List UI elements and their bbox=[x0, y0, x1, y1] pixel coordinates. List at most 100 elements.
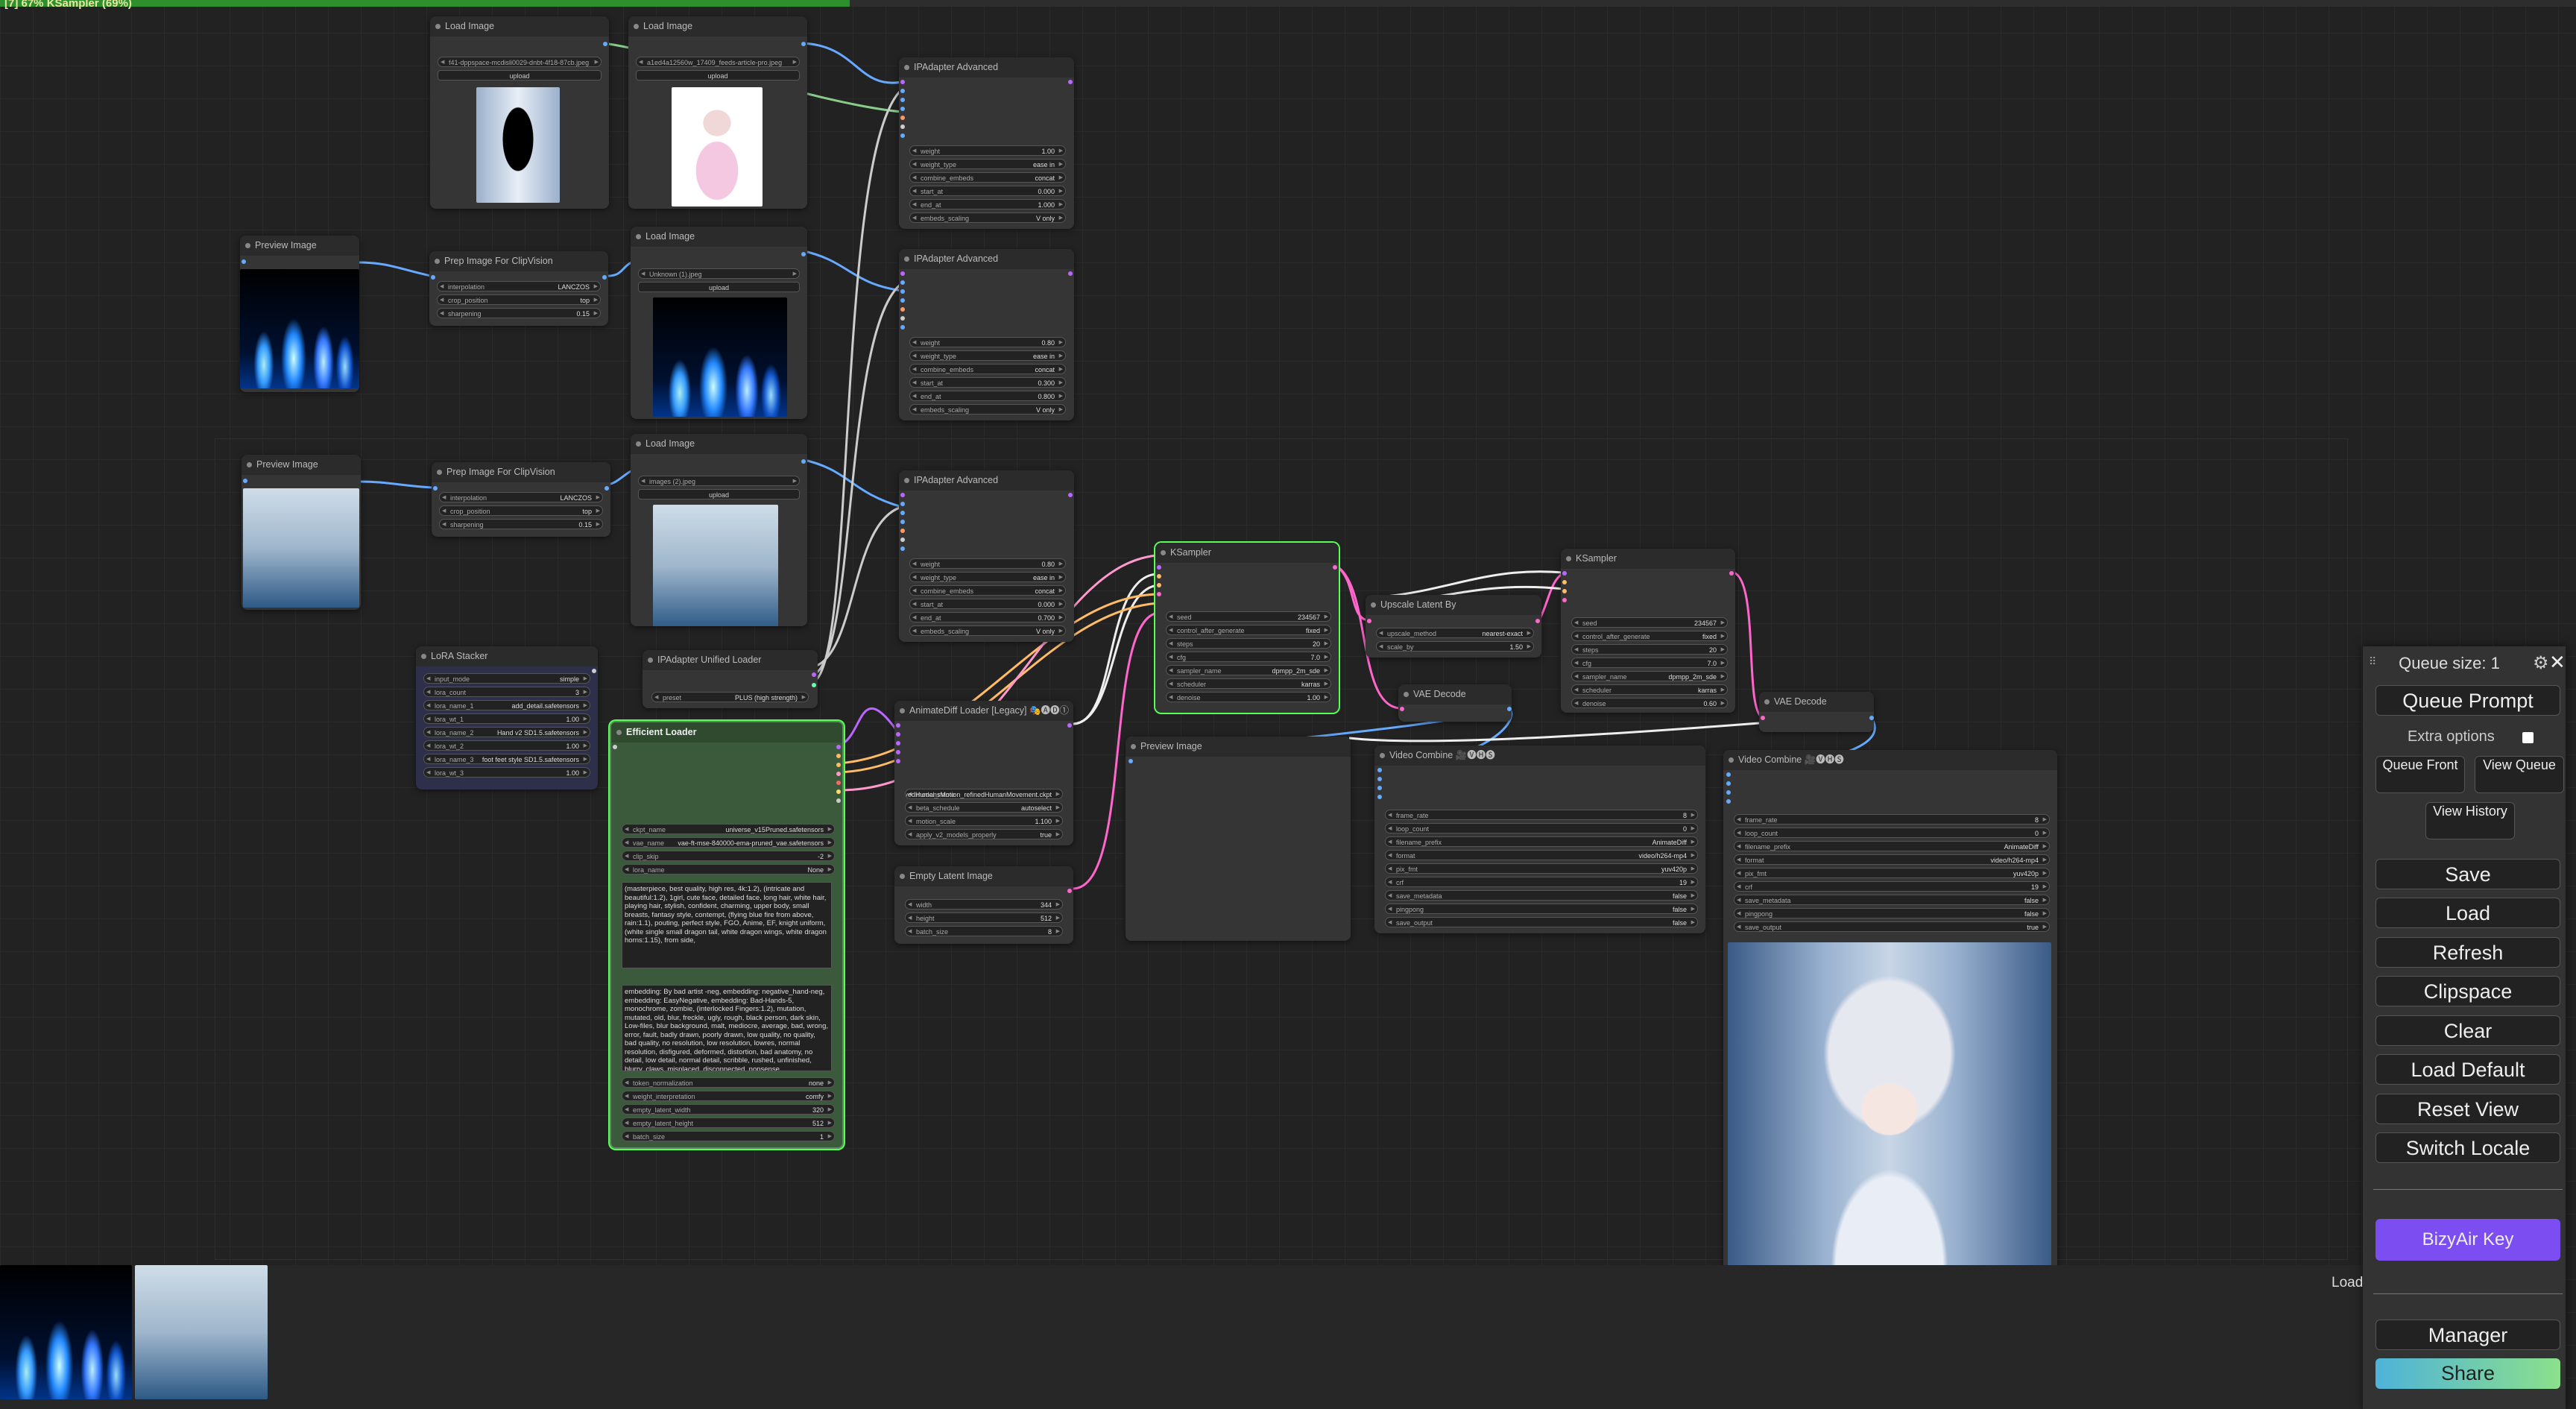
model-output[interactable] bbox=[1067, 723, 1072, 728]
queue-prompt-button[interactable]: Queue Prompt bbox=[2375, 685, 2560, 716]
input-socket[interactable] bbox=[1562, 589, 1567, 593]
node-lora[interactable]: LoRA Stackerinput_modesimplelora_count3l… bbox=[416, 646, 598, 789]
node-load-image-1[interactable]: Load Image f41-dppspace-mcdisli0029-dnbt-… bbox=[430, 16, 609, 209]
node-title[interactable]: Load Image bbox=[631, 227, 807, 247]
image-select[interactable]: f41-dppspace-mcdisli0029-dnbt-4f18-87cb.… bbox=[438, 57, 602, 67]
widget-control-after-generate[interactable]: control_after_generate fixed bbox=[1571, 631, 1728, 641]
node-title[interactable]: Prep Image For ClipVision bbox=[429, 251, 608, 271]
feed-thumbnail-fire[interactable] bbox=[0, 1265, 132, 1399]
input-socket[interactable] bbox=[1562, 571, 1567, 576]
widget-sharpening[interactable]: sharpening 0.15 bbox=[437, 308, 601, 318]
node-title[interactable]: IPAdapter Advanced bbox=[899, 249, 1074, 269]
widget-batch-size[interactable]: batch_size 1 bbox=[622, 1131, 835, 1141]
node-ipa-1[interactable]: IPAdapter Advancedweight1.00weight_typee… bbox=[899, 57, 1074, 229]
node-prep-1[interactable]: Prep Image For ClipVision interpolation LA… bbox=[429, 251, 608, 326]
widget-end-at[interactable]: end_at 1.000 bbox=[909, 199, 1066, 209]
input-socket[interactable] bbox=[1562, 580, 1567, 584]
queue-front-button[interactable]: Queue Front bbox=[2375, 756, 2465, 793]
node-title[interactable]: IPAdapter Advanced bbox=[899, 470, 1074, 491]
node-ksampler-1[interactable]: KSampler seed 234567 control_after_generate… bbox=[1155, 543, 1339, 713]
widget-loop-count[interactable]: loop_count 0 bbox=[1385, 823, 1698, 833]
widget-ckpt-name[interactable]: ckpt_name universe_v15Pruned.safetensors bbox=[622, 824, 835, 834]
node-animatediff[interactable]: AnimateDiff Loader [Legacy] 🎭🅐🅓① model_na… bbox=[894, 701, 1073, 845]
widget-weight[interactable]: weight 0.80 bbox=[909, 337, 1066, 347]
output-socket[interactable] bbox=[836, 772, 841, 776]
widget-save-metadata[interactable]: save_metadata false bbox=[1734, 895, 2050, 905]
bizyair-key-button[interactable]: BizyAir Key bbox=[2375, 1219, 2560, 1261]
image-input[interactable] bbox=[243, 479, 247, 483]
widget-end-at[interactable]: end_at 0.700 bbox=[909, 612, 1066, 622]
node-video-1[interactable]: Video Combine 🎥🅥🅗🅢 frame_rate 8 loop_count 0… bbox=[1374, 746, 1705, 933]
node-title[interactable]: VAE Decode bbox=[1759, 692, 1874, 712]
node-title[interactable]: Upscale Latent By bbox=[1366, 595, 1541, 615]
widget-embeds-scaling[interactable]: embeds_scaling V only bbox=[909, 404, 1066, 414]
input-socket[interactable] bbox=[900, 325, 905, 330]
widget-crop-position[interactable]: crop_position top bbox=[439, 505, 603, 516]
widget-embeds-scaling[interactable]: embeds_scaling V only bbox=[909, 212, 1066, 223]
ipadapter-output[interactable] bbox=[812, 683, 816, 687]
widget-save-output[interactable]: save_output true bbox=[1734, 921, 2050, 932]
node-vae-1[interactable]: VAE Decode bbox=[1398, 684, 1512, 722]
widget-token-normalization[interactable]: token_normalization none bbox=[622, 1077, 835, 1088]
widget-empty-latent-width[interactable]: empty_latent_width 320 bbox=[622, 1104, 835, 1115]
output-socket[interactable] bbox=[836, 754, 841, 758]
image-output[interactable] bbox=[603, 42, 607, 46]
widget-batch-size[interactable]: batch_size 8 bbox=[905, 926, 1063, 936]
input-socket[interactable] bbox=[1562, 598, 1567, 602]
image-output[interactable] bbox=[1507, 707, 1512, 711]
input-socket[interactable] bbox=[896, 723, 900, 728]
node-title[interactable]: IPAdapter Unified Loader bbox=[643, 650, 818, 670]
widget-crf[interactable]: crf 19 bbox=[1734, 881, 2050, 892]
widget-crop-position[interactable]: crop_position top bbox=[437, 294, 601, 305]
input-socket[interactable] bbox=[900, 107, 905, 111]
model-output[interactable] bbox=[1068, 271, 1073, 276]
node-load-image-4[interactable]: Load Image images (2).jpeg upload bbox=[631, 434, 807, 626]
input-socket[interactable] bbox=[900, 307, 905, 312]
widget-pix-fmt[interactable]: pix_fmt yuv420p bbox=[1385, 863, 1698, 874]
widget-scheduler[interactable]: scheduler karras bbox=[1571, 684, 1728, 695]
input-socket[interactable] bbox=[900, 80, 905, 84]
node-title[interactable]: Video Combine 🎥🅥🅗🅢 bbox=[1374, 746, 1705, 766]
widget-apply-v2-models-properly[interactable]: apply_v2_models_properly true bbox=[905, 829, 1063, 839]
input-socket[interactable] bbox=[900, 538, 905, 542]
node-title[interactable]: KSampler bbox=[1155, 543, 1339, 563]
image-output[interactable] bbox=[604, 486, 609, 491]
node-efficient[interactable]: Efficient Loader ckpt_name universe_v15Pru… bbox=[610, 721, 844, 1149]
widget-lora-name[interactable]: lora_name None bbox=[622, 864, 835, 874]
input-socket[interactable] bbox=[896, 732, 900, 737]
image-output[interactable] bbox=[801, 459, 806, 464]
input-socket[interactable] bbox=[1157, 592, 1161, 596]
input-socket[interactable] bbox=[1726, 772, 1731, 777]
extra-options-checkbox[interactable] bbox=[2522, 732, 2534, 743]
model-output[interactable] bbox=[812, 672, 816, 677]
clipspace-button[interactable]: Clipspace bbox=[2375, 976, 2560, 1006]
widget-combine-embeds[interactable]: combine_embeds concat bbox=[909, 364, 1066, 374]
input-socket[interactable] bbox=[900, 493, 905, 497]
gear-icon[interactable]: ⚙ bbox=[2533, 652, 2549, 674]
widget-format[interactable]: format video/h264-mp4 bbox=[1734, 854, 2050, 865]
image-select[interactable]: Unknown (1).jpeg bbox=[638, 268, 800, 279]
image-output[interactable] bbox=[1869, 716, 1874, 720]
output-socket[interactable] bbox=[836, 781, 841, 785]
widget-format[interactable]: format video/h264-mp4 bbox=[1385, 850, 1698, 860]
widget-interpolation[interactable]: interpolation LANCZOS bbox=[439, 492, 603, 502]
image-select[interactable]: a1ed4a12560w_17409_feeds-article-pro.jpe… bbox=[636, 57, 800, 67]
input-socket[interactable] bbox=[900, 316, 905, 321]
widget-denoise[interactable]: denoise 1.00 bbox=[1166, 692, 1331, 702]
widget-pix-fmt[interactable]: pix_fmt yuv420p bbox=[1734, 868, 2050, 878]
node-title[interactable]: Prep Image For ClipVision bbox=[432, 462, 610, 482]
node-empty-latent[interactable]: Empty Latent Image width 344 height 512 batch… bbox=[894, 866, 1073, 944]
switch-locale-button[interactable]: Switch Locale bbox=[2375, 1132, 2560, 1163]
node-title[interactable]: Load Image bbox=[628, 16, 807, 37]
widget-lora-wt-1[interactable]: lora_wt_1 1.00 bbox=[423, 713, 590, 724]
input-socket[interactable] bbox=[1726, 790, 1731, 795]
input-socket[interactable] bbox=[896, 759, 900, 763]
widget-weight[interactable]: weight 1.00 bbox=[909, 145, 1066, 156]
node-title[interactable]: Preview Image bbox=[1126, 737, 1351, 757]
widget-save-metadata[interactable]: save_metadata false bbox=[1385, 890, 1698, 901]
input-socket[interactable] bbox=[1377, 768, 1382, 772]
input-socket[interactable] bbox=[1157, 565, 1161, 570]
widget-weight-type[interactable]: weight_type ease in bbox=[909, 572, 1066, 582]
latent-input[interactable] bbox=[1367, 619, 1371, 623]
widget-embeds-scaling[interactable]: embeds_scaling V only bbox=[909, 625, 1066, 636]
